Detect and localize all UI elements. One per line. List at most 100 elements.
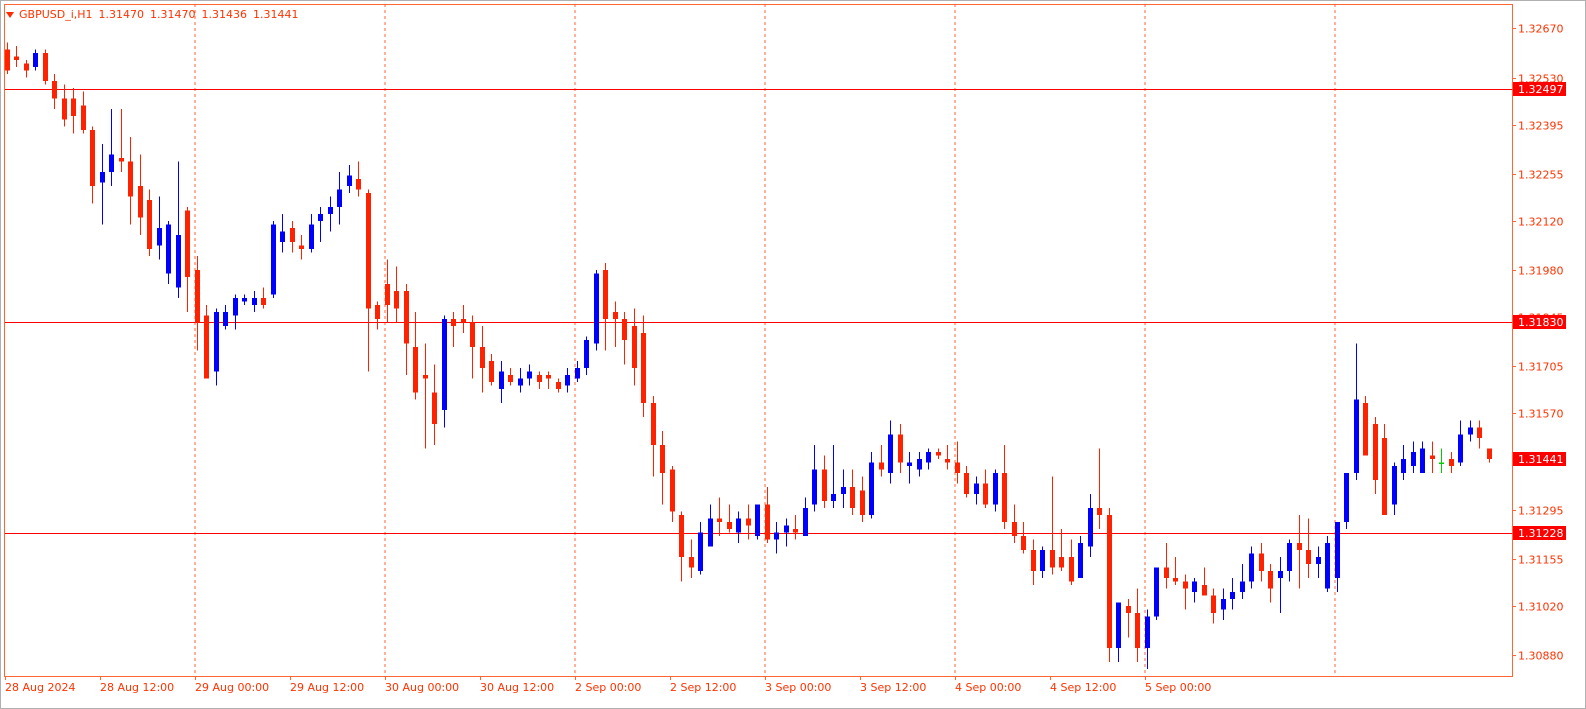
bearish-candle	[1297, 515, 1302, 589]
candle-body	[166, 224, 171, 274]
price-tick-label: 1.31570	[1518, 408, 1564, 421]
candle-body	[176, 235, 181, 288]
bearish-candle	[727, 504, 732, 533]
candle-body	[423, 375, 428, 379]
bearish-candle	[1449, 452, 1454, 473]
candle-body	[157, 228, 162, 246]
candle-body	[527, 371, 532, 379]
candle-body	[1088, 508, 1093, 547]
time-axis-label: 2 Sep 12:00	[670, 681, 736, 694]
bearish-candle	[1382, 424, 1387, 515]
candlestick-chart[interactable]: 1.326701.325301.323951.322551.321201.319…	[0, 0, 1586, 709]
candle-body	[318, 214, 323, 221]
bullish-candle	[708, 504, 713, 547]
candle-body	[917, 459, 922, 470]
candle-body	[1126, 606, 1131, 613]
bullish-candle	[1439, 448, 1444, 473]
candle-body	[328, 207, 333, 214]
bullish-candle	[736, 511, 741, 543]
candle-body	[470, 322, 475, 347]
price-tick-label: 1.32120	[1518, 216, 1564, 229]
candle-body	[822, 469, 827, 501]
bearish-candle	[746, 504, 751, 540]
candle-body	[309, 224, 314, 249]
candle-body	[1325, 543, 1330, 589]
candle-body	[698, 532, 703, 571]
bearish-candle	[1050, 476, 1055, 575]
candle-body	[128, 161, 133, 197]
level-price-label: 1.31228	[1518, 527, 1564, 540]
bearish-candle	[793, 515, 798, 540]
candle-body	[480, 347, 485, 368]
candle-body	[1202, 585, 1207, 596]
bullish-candle	[280, 214, 285, 253]
candle-body	[1411, 452, 1416, 466]
bullish-candle	[1335, 522, 1340, 592]
candle-body	[1477, 427, 1482, 438]
bearish-candle	[603, 263, 608, 351]
candle-body	[546, 375, 551, 379]
candle-body	[926, 452, 931, 463]
candle-body	[1259, 553, 1264, 571]
candle-body	[974, 483, 979, 494]
bearish-candle	[356, 161, 361, 197]
bearish-candle	[1430, 441, 1435, 473]
bullish-candle	[803, 497, 808, 536]
candle-body	[109, 154, 114, 172]
candle-body	[185, 210, 190, 277]
bullish-candle	[328, 196, 333, 232]
bearish-candle	[290, 221, 295, 253]
bearish-candle	[1012, 504, 1017, 543]
bullish-candle	[698, 522, 703, 575]
candle-body	[1183, 581, 1188, 589]
bearish-candle	[119, 109, 124, 172]
candle-body	[1449, 459, 1454, 466]
candle-body	[651, 403, 656, 445]
bullish-candle	[841, 469, 846, 508]
bearish-candle	[1002, 445, 1007, 529]
bullish-candle	[176, 161, 181, 298]
candle-body	[613, 312, 618, 319]
candle-body	[565, 375, 570, 386]
bullish-candle	[1411, 441, 1416, 473]
bearish-candle	[879, 445, 884, 477]
candle-body	[945, 459, 950, 463]
price-tick-label: 1.31020	[1518, 601, 1564, 614]
bullish-candle	[1354, 343, 1359, 480]
symbol-label: GBPUSD_i,H1	[19, 7, 93, 21]
candle-body	[1249, 553, 1254, 582]
candle-body	[413, 347, 418, 393]
bearish-candle	[717, 497, 722, 536]
bullish-candle	[1078, 536, 1083, 578]
bearish-candle	[622, 312, 627, 365]
bullish-candle	[594, 270, 599, 351]
bullish-candle	[242, 294, 247, 305]
candle-body	[138, 186, 143, 218]
axis-layer: 1.326701.325301.323951.322551.321201.319…	[5, 23, 1566, 694]
bearish-candle	[1268, 564, 1273, 603]
bullish-candle	[1468, 420, 1473, 442]
candle-body	[1278, 571, 1283, 578]
candle-body	[907, 462, 912, 466]
candle-body	[1240, 581, 1245, 592]
candle-body	[461, 319, 466, 323]
bearish-candle	[385, 259, 390, 323]
bullish-candle	[1116, 602, 1121, 662]
window-border	[0, 0, 1586, 709]
candle-body	[1050, 550, 1055, 568]
dropdown-triangle-icon[interactable]	[6, 11, 14, 18]
candle-body	[575, 368, 580, 379]
price-tick-label: 1.30880	[1518, 650, 1564, 663]
candle-body	[1164, 567, 1169, 578]
chart-window[interactable]: 1.32670 1.32530 1.32395 1.32255 1.32120 1.319…	[0, 0, 1586, 709]
bullish-candle	[1458, 420, 1463, 466]
candle-body	[584, 340, 589, 368]
candle-body	[71, 98, 76, 116]
candle-body	[337, 189, 342, 207]
time-axis-label: 4 Sep 12:00	[1050, 681, 1116, 694]
candle-body	[622, 319, 627, 340]
candle-body	[261, 298, 266, 305]
candle-body	[195, 270, 200, 323]
candle-body	[1211, 595, 1216, 613]
candle-body	[1268, 571, 1273, 589]
